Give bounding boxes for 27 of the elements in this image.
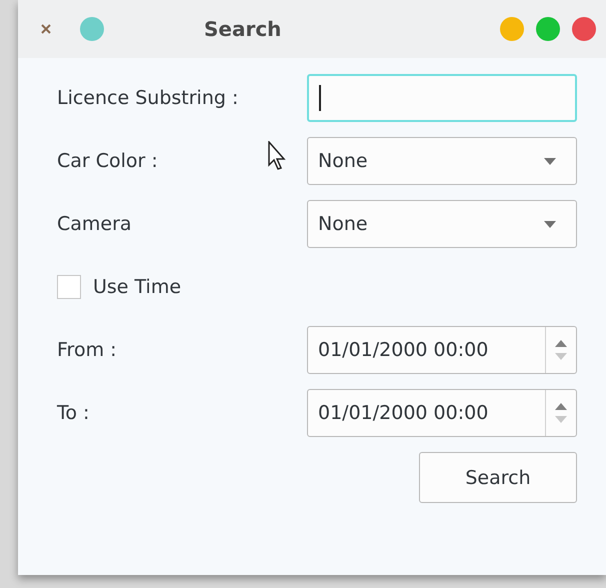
- down-arrow-icon: [555, 416, 567, 423]
- maximize-button[interactable]: [536, 17, 560, 41]
- up-arrow-icon: [555, 403, 567, 410]
- checkbox-row[interactable]: Use Time: [57, 275, 182, 299]
- close-button[interactable]: [572, 17, 596, 41]
- dropdown[interactable]: None: [307, 200, 577, 248]
- app-icon[interactable]: [80, 17, 104, 41]
- checkbox[interactable]: [57, 275, 81, 299]
- pin-icon[interactable]: [40, 23, 52, 35]
- checkbox-label: Use Time: [93, 276, 182, 298]
- dropdown[interactable]: None: [307, 137, 577, 185]
- caret-icon: [544, 158, 556, 164]
- caret-icon: [544, 220, 556, 228]
- datetime-field[interactable]: 01/01/2000 00:00: [307, 326, 577, 374]
- input-field[interactable]: [307, 74, 577, 122]
- field-label: From :: [57, 339, 117, 361]
- minimize-button[interactable]: [500, 17, 524, 41]
- field-label: Camera: [57, 213, 132, 235]
- search-button[interactable]: Search: [419, 452, 577, 503]
- up-arrow-icon: [555, 340, 567, 347]
- datetime-field[interactable]: 01/01/2000 00:00: [307, 389, 577, 437]
- mouse-pointer-icon: [268, 141, 288, 171]
- down-arrow-icon: [555, 353, 567, 360]
- window-title: Search: [204, 17, 282, 41]
- field-label: Car Color :: [57, 150, 158, 172]
- field-label: Licence Substring :: [57, 87, 238, 109]
- field-label: To :: [57, 402, 90, 424]
